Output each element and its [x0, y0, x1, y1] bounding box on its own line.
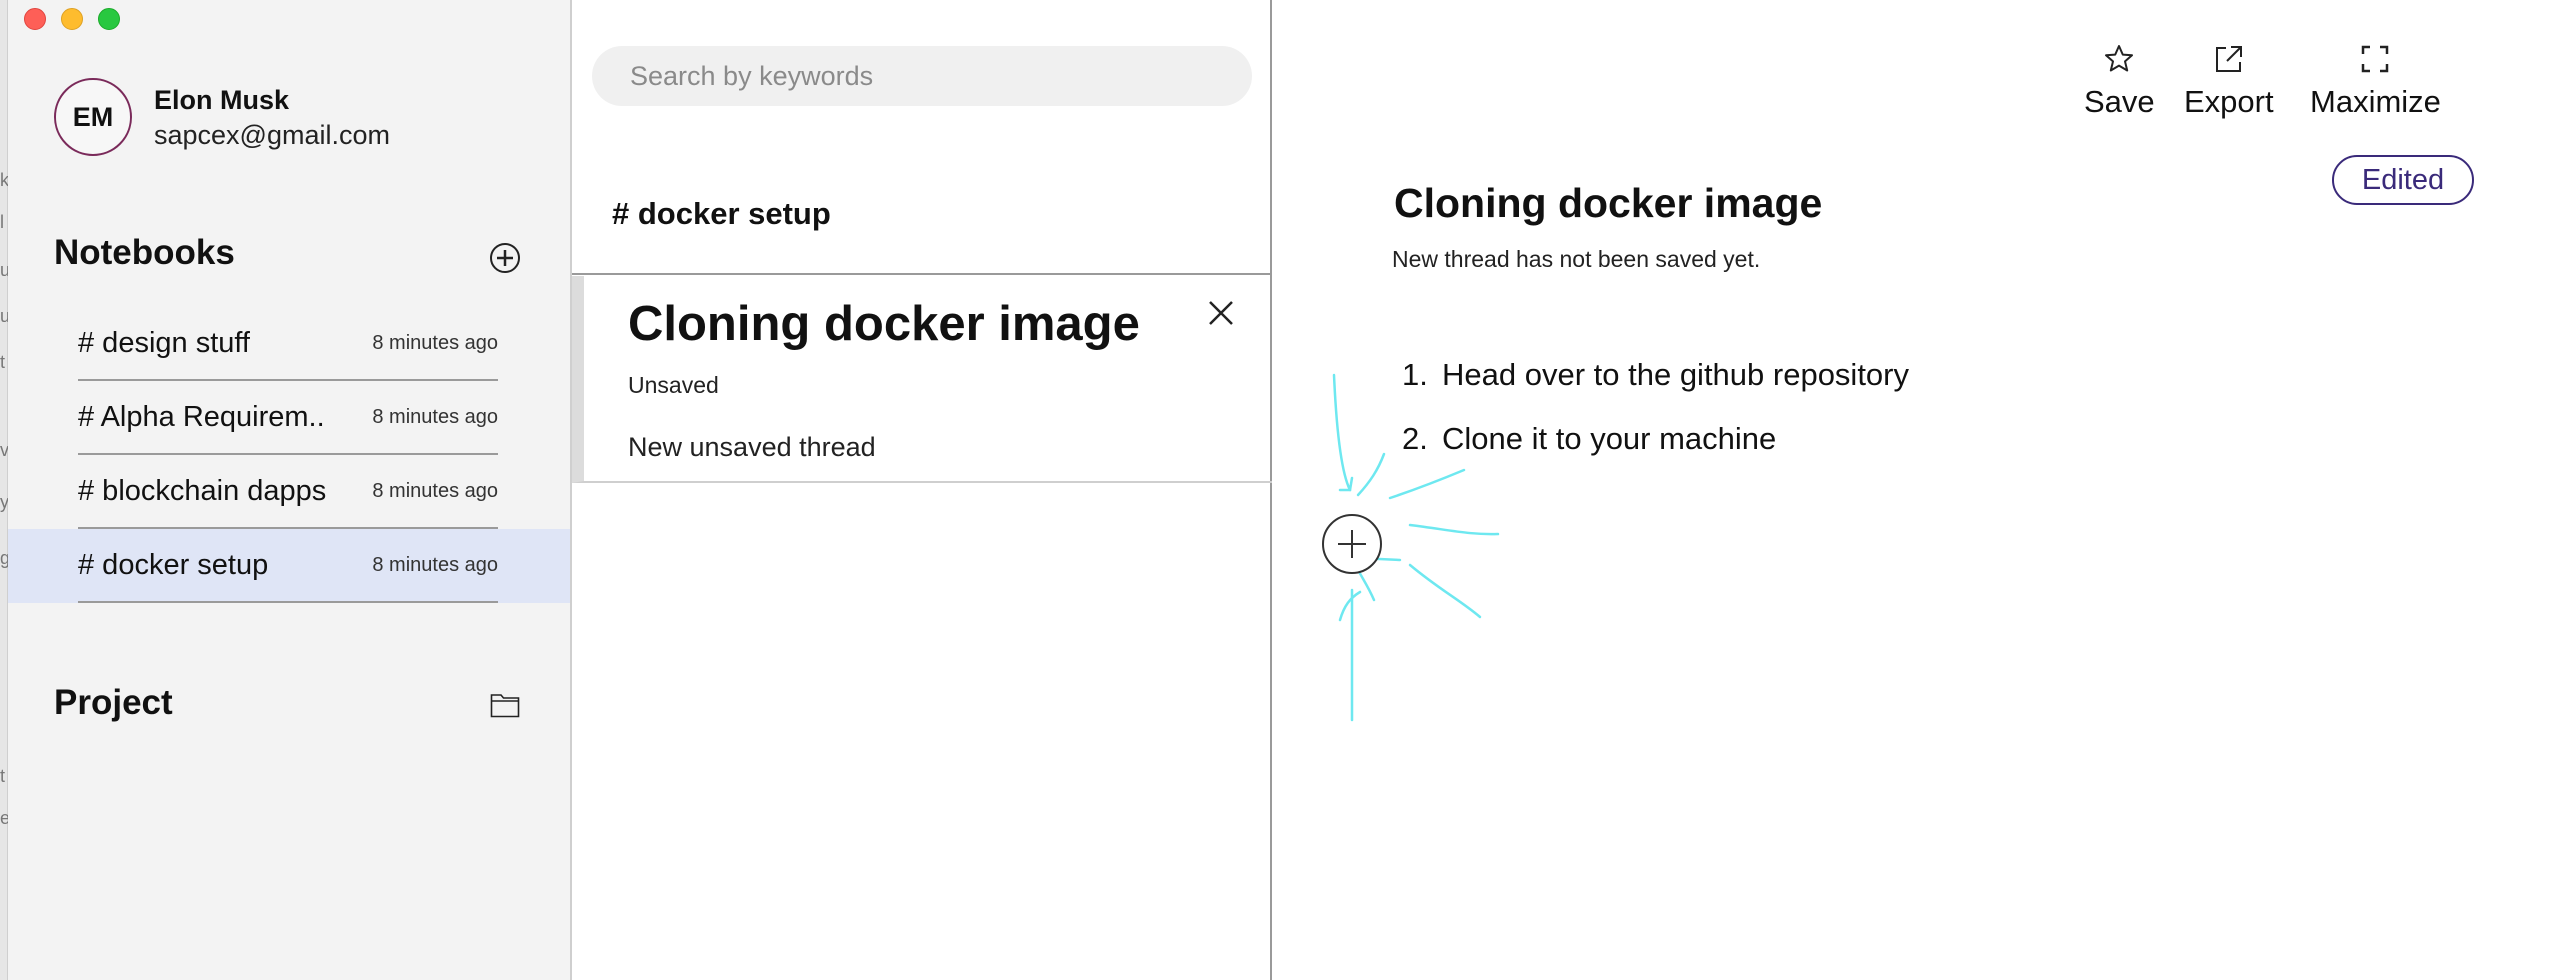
notebook-label: # docker setup — [78, 548, 269, 581]
external-link-icon — [2215, 46, 2242, 72]
document-title[interactable]: Cloning docker image — [1394, 180, 1822, 227]
status-badge: Edited — [2332, 155, 2474, 205]
plus-circle-icon — [1338, 530, 1366, 558]
edge-letter: e — [0, 808, 8, 828]
edge-letter: g — [0, 548, 8, 568]
edge-letter: l — [0, 212, 4, 232]
plus-circle-icon — [497, 250, 513, 266]
folder-icon — [490, 694, 520, 718]
notebook-label: # blockchain dapps — [78, 474, 327, 507]
profile-info: Elon Musk sapcex@gmail.com — [154, 82, 390, 152]
maximize-label: Maximize — [2310, 84, 2441, 119]
background-window-edge: k l u u t v y g t e — [0, 0, 8, 980]
maximize-button[interactable]: Maximize — [2310, 42, 2441, 120]
search-input[interactable] — [630, 60, 1230, 92]
close-thread-button[interactable] — [1204, 296, 1238, 330]
maximize-icon — [2362, 45, 2389, 73]
notebook-label: # design stuff — [78, 326, 250, 359]
insert-block-button[interactable] — [1322, 514, 1382, 574]
minimize-window-button[interactable] — [61, 8, 83, 30]
notebook-list: # design stuff 8 minutes ago # Alpha Req… — [8, 307, 570, 603]
save-button[interactable]: Save — [2084, 42, 2155, 120]
project-heading: Project — [54, 683, 173, 722]
window-controls — [24, 8, 120, 30]
edge-letter: u — [0, 306, 8, 326]
thread-list-pane: # docker setup Cloning docker image Unsa… — [572, 0, 1272, 980]
star-icon — [2105, 45, 2134, 72]
edge-letter: u — [0, 260, 8, 280]
notebook-heading: # docker setup — [612, 196, 831, 231]
edge-letter: y — [0, 492, 8, 512]
edge-letter: k — [0, 170, 8, 190]
export-label: Export — [2184, 84, 2274, 119]
document-subtitle: New thread has not been saved yet. — [1392, 246, 1761, 272]
notebook-item-design-stuff[interactable]: # design stuff 8 minutes ago — [8, 307, 570, 381]
notebook-item-alpha-requirements[interactable]: # Alpha Requirem.. 8 minutes ago — [8, 381, 570, 455]
add-notebook-button[interactable] — [490, 243, 520, 273]
thread-title: Cloning docker image — [628, 297, 1140, 351]
close-window-button[interactable] — [24, 8, 46, 30]
search-bar[interactable] — [592, 46, 1252, 106]
edge-letter: v — [0, 440, 8, 460]
avatar[interactable]: EM — [54, 78, 132, 156]
edge-letter: t — [0, 766, 6, 786]
thread-status: Unsaved — [628, 372, 719, 398]
zoom-window-button[interactable] — [98, 8, 120, 30]
notebook-item-blockchain-dapps[interactable]: # blockchain dapps 8 minutes ago — [8, 455, 570, 529]
thread-card[interactable]: Cloning docker image Unsaved New unsaved… — [572, 276, 1272, 483]
user-email: sapcex@gmail.com — [154, 120, 390, 150]
export-button[interactable]: Export — [2184, 42, 2274, 120]
notebook-time: 8 minutes ago — [372, 553, 498, 576]
sidebar: EM Elon Musk sapcex@gmail.com Notebooks … — [8, 0, 572, 980]
close-icon — [1209, 301, 1233, 325]
user-profile[interactable]: EM Elon Musk sapcex@gmail.com — [54, 78, 390, 156]
notebook-time: 8 minutes ago — [372, 331, 498, 354]
notebook-item-docker-setup[interactable]: # docker setup 8 minutes ago — [8, 529, 570, 603]
open-project-button[interactable] — [490, 692, 520, 718]
notebooks-heading: Notebooks — [54, 233, 235, 272]
divider — [572, 273, 1272, 275]
notebook-time: 8 minutes ago — [372, 479, 498, 502]
edge-letter: t — [0, 352, 6, 372]
thread-description: New unsaved thread — [628, 432, 876, 462]
notebook-time: 8 minutes ago — [372, 405, 498, 428]
save-label: Save — [2084, 84, 2155, 119]
notebook-label: # Alpha Requirem.. — [78, 400, 325, 433]
user-name: Elon Musk — [154, 85, 290, 115]
